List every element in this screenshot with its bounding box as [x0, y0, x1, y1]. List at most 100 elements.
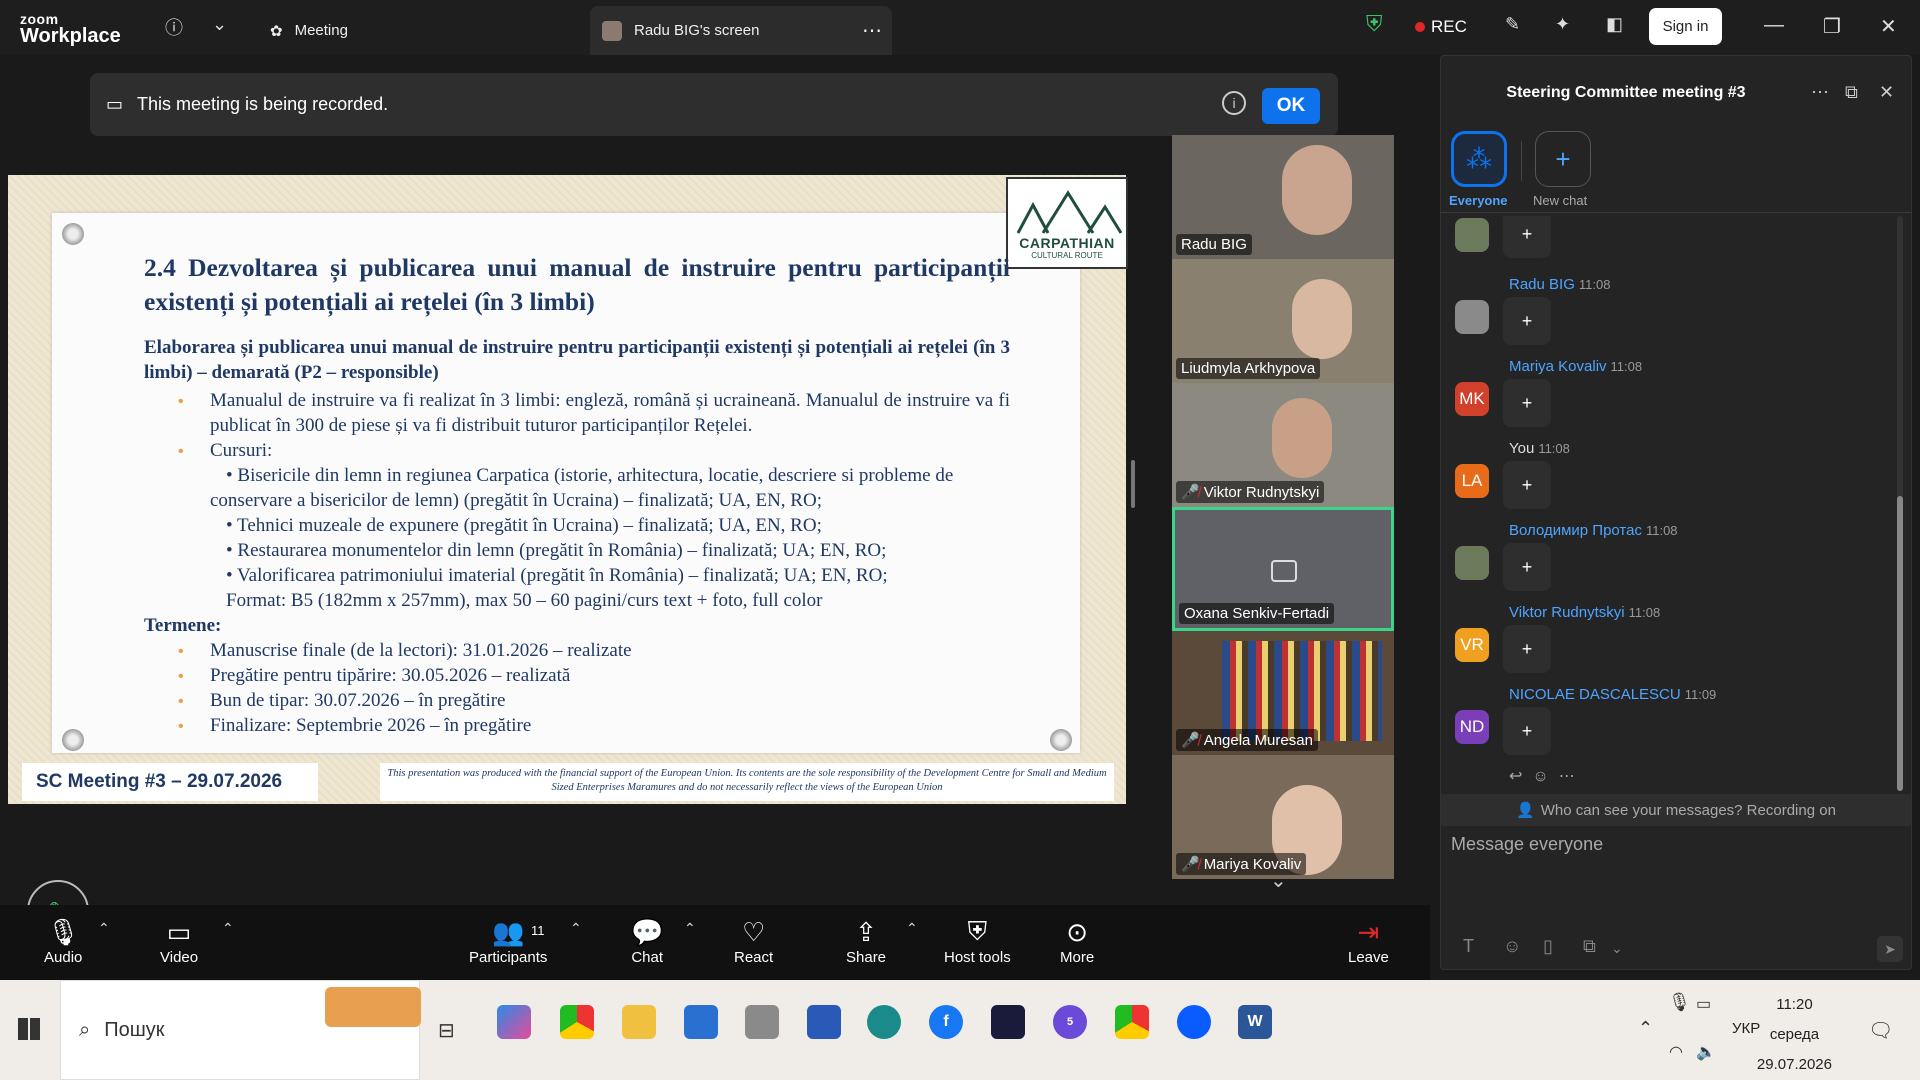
meeting-toolbar: 🎙 Audio ▭ Video 👥 Participants 11 💬 Chat ♡ Re…: [0, 905, 1430, 980]
slide-footer-disclaimer: This presentation was produced with the …: [380, 763, 1114, 801]
file-icon[interactable]: ▯: [1543, 936, 1553, 957]
host-tools-button[interactable]: ⛨ Host tools: [944, 915, 1011, 966]
file-explorer-icon[interactable]: [622, 1005, 656, 1039]
message-input[interactable]: Message everyone: [1451, 834, 1603, 855]
zoom-icon[interactable]: [1177, 1005, 1211, 1039]
viber-icon[interactable]: 5: [1053, 1005, 1087, 1039]
reaction-plus-button[interactable]: +: [1503, 543, 1551, 591]
restore-icon[interactable]: ❐: [1823, 14, 1841, 39]
text-format-icon[interactable]: T: [1463, 936, 1474, 957]
ok-button[interactable]: OK: [1262, 88, 1320, 124]
message-actions[interactable]: ↩☺⋯: [1509, 766, 1585, 786]
notifications-icon[interactable]: 🗨: [1868, 1018, 1893, 1043]
webex-icon[interactable]: [991, 1005, 1025, 1039]
message-list[interactable]: + Radu BIG 11:08 + MK Mariya Kovaliv 11:08…: [1441, 216, 1911, 791]
video-button[interactable]: ▭ Video: [160, 915, 198, 967]
magic-wand-icon[interactable]: ✎: [1505, 14, 1520, 35]
reply-icon[interactable]: ↩: [1509, 768, 1532, 785]
visibility-info[interactable]: 👤 Who can see your messages? Recording on: [1441, 794, 1911, 826]
search-icon: ⌕: [79, 1018, 91, 1041]
pin-icon: [62, 223, 84, 245]
pop-out-icon[interactable]: ⧉: [1845, 82, 1858, 103]
splitter-handle[interactable]: [1131, 460, 1135, 508]
taskbar-search[interactable]: ⌕ Пошук: [60, 980, 421, 1080]
audio-button[interactable]: 🎙 Audio: [44, 915, 82, 967]
video-tile[interactable]: Liudmyla Arkhypova: [1172, 259, 1394, 383]
reaction-plus-button[interactable]: +: [1503, 461, 1551, 509]
video-tile[interactable]: 🎤̸ Mariya Kovaliv: [1172, 755, 1394, 879]
video-tile-active-speaker[interactable]: Oxana Senkiv-Fertadi: [1172, 507, 1394, 631]
gallery-scroll-down-icon[interactable]: ⌄: [1270, 868, 1287, 893]
recording-indicator[interactable]: REC: [1415, 17, 1467, 37]
microphone-icon[interactable]: 🎙: [1668, 992, 1691, 1013]
more-options-icon[interactable]: ⋯: [1559, 768, 1585, 785]
emoji-icon[interactable]: ☺: [1503, 936, 1521, 957]
send-icon[interactable]: ➤: [1877, 936, 1903, 962]
scrollbar[interactable]: [1897, 216, 1903, 791]
record-dot-icon: [1415, 22, 1425, 32]
battery-icon[interactable]: ▭: [1696, 994, 1711, 1014]
meeting-icon: ✿: [270, 22, 283, 40]
save-icon[interactable]: [807, 1005, 841, 1039]
more-options-icon[interactable]: ⋯: [1811, 82, 1829, 103]
edge-icon[interactable]: [867, 1005, 901, 1039]
calendar-icon[interactable]: [684, 1005, 718, 1039]
chrome-icon[interactable]: [560, 1005, 594, 1039]
close-icon[interactable]: ✕: [1880, 14, 1897, 39]
reaction-plus-button[interactable]: +: [1503, 216, 1551, 258]
sparkle-icon[interactable]: ✦: [1555, 14, 1570, 35]
chevron-down-icon[interactable]: ⌄: [212, 14, 227, 35]
course-item: Format: B5 (182mm x 257mm), max 50 – 60 …: [226, 590, 823, 611]
word-icon[interactable]: W: [1238, 1005, 1272, 1039]
course-item: • Restaurarea monumentelor din lemn (pre…: [226, 540, 887, 561]
share-button[interactable]: ⇪ Share: [846, 915, 886, 967]
tab-everyone[interactable]: ⁂: [1451, 131, 1507, 187]
avatar: [602, 20, 622, 41]
scrollbar-thumb[interactable]: [1897, 496, 1903, 791]
tab-shared-screen[interactable]: Radu BIG's screen ⋯: [590, 6, 892, 55]
layout-icon[interactable]: ◧: [1606, 14, 1623, 35]
bullet: •: [178, 643, 184, 660]
video-options-caret-icon[interactable]: ⌃: [222, 920, 234, 937]
reaction-plus-button[interactable]: +: [1503, 625, 1551, 673]
chat-button[interactable]: 💬 Chat: [631, 915, 663, 967]
church-icon: [1016, 190, 1123, 234]
copilot-icon[interactable]: [497, 1005, 531, 1039]
reaction-plus-button[interactable]: +: [1503, 297, 1551, 345]
pin-icon: [62, 729, 84, 751]
video-tile[interactable]: 🎤̸ Viktor Rudnytskyi: [1172, 383, 1394, 507]
react-button[interactable]: ♡ React: [734, 915, 773, 967]
reaction-plus-button[interactable]: +: [1503, 379, 1551, 427]
close-icon[interactable]: ✕: [1879, 82, 1894, 103]
chat-options-caret-icon[interactable]: ⌃: [684, 920, 696, 937]
task-view-icon[interactable]: ⊟: [438, 1018, 455, 1043]
leave-button[interactable]: ⇥ Leave: [1348, 915, 1389, 967]
info-icon[interactable]: i: [1222, 91, 1246, 115]
info-icon[interactable]: ⓘ: [165, 14, 183, 40]
screenshot-icon[interactable]: ⧉: [1583, 936, 1596, 957]
new-chat-button[interactable]: +: [1535, 131, 1591, 187]
more-options-icon[interactable]: ⋯: [862, 18, 882, 43]
windows-start-icon[interactable]: [18, 1018, 40, 1040]
emoji-icon[interactable]: ☺: [1532, 768, 1558, 785]
tab-meeting[interactable]: ✿ Meeting: [270, 6, 570, 55]
chevron-down-icon[interactable]: ⌄: [1611, 940, 1623, 957]
sign-in-button[interactable]: Sign in: [1649, 8, 1722, 45]
shield-icon[interactable]: ⛨: [1366, 11, 1383, 37]
chrome-profile-icon[interactable]: [1115, 1005, 1149, 1039]
video-tile[interactable]: Radu BIG: [1172, 135, 1394, 259]
calculator-icon[interactable]: [745, 1005, 779, 1039]
volume-icon[interactable]: 🔈: [1696, 1042, 1716, 1062]
share-options-caret-icon[interactable]: ⌃: [906, 920, 918, 937]
minimize-icon[interactable]: —: [1764, 14, 1784, 37]
reaction-plus-button[interactable]: +: [1503, 707, 1551, 755]
system-clock[interactable]: 11:20 середа 29.07.2026: [1757, 990, 1832, 1080]
more-button[interactable]: ⊙ More: [1060, 915, 1094, 967]
heart-icon: ♡: [741, 916, 766, 947]
audio-options-caret-icon[interactable]: ⌃: [98, 920, 110, 937]
tray-expand-icon[interactable]: ⌃: [1638, 1018, 1653, 1039]
facebook-icon[interactable]: f: [929, 1005, 963, 1039]
wifi-icon[interactable]: ◠: [1669, 1042, 1683, 1062]
participants-options-caret-icon[interactable]: ⌃: [570, 920, 582, 937]
video-tile[interactable]: 🎤̸ Angela Muresan: [1172, 631, 1394, 755]
